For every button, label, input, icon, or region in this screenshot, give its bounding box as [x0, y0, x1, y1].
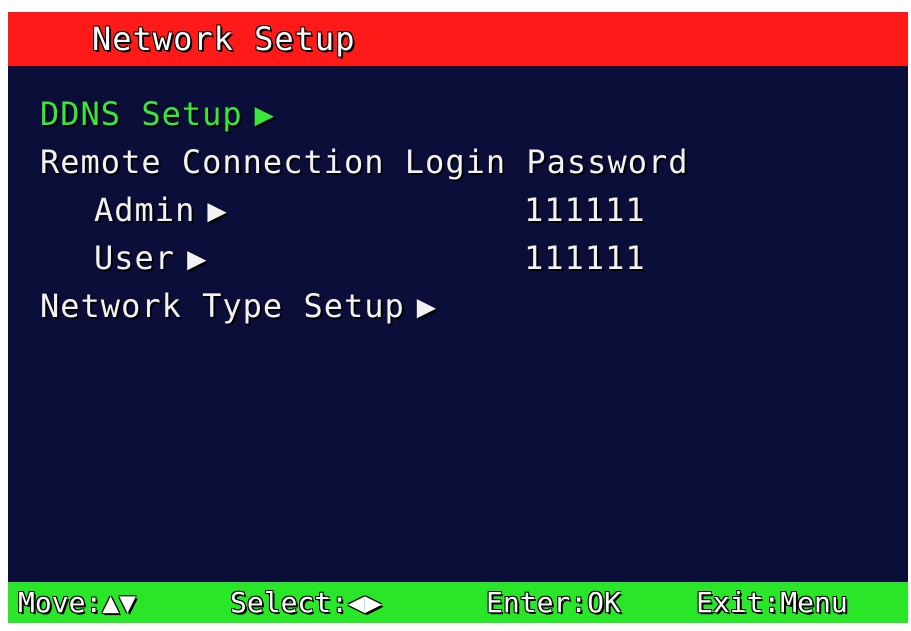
menu-item-admin[interactable]: Admin ▶ 111111	[94, 188, 794, 232]
title-bar: Network Setup	[8, 12, 908, 66]
section-heading: Remote Connection Login Password	[40, 143, 689, 181]
osd-screen: Network Setup DDNS Setup ▶ Remote Connect…	[8, 12, 908, 623]
left-right-arrows-icon: ◀▶	[348, 586, 382, 619]
menu-item-label: User	[94, 239, 176, 277]
user-password-value[interactable]: 111111	[524, 236, 646, 280]
menu-item-label: DDNS Setup	[40, 95, 243, 133]
admin-password-value[interactable]: 111111	[524, 188, 646, 232]
hint-select-label: Select:	[230, 586, 349, 619]
menu-item-ddns-setup[interactable]: DDNS Setup ▶	[40, 92, 275, 136]
menu-item-network-type-setup[interactable]: Network Type Setup ▶	[40, 284, 437, 328]
menu-item-user[interactable]: User ▶ 111111	[94, 236, 794, 280]
hint-exit: Exit:Menu	[696, 586, 848, 619]
up-down-arrows-icon: ▲▼	[102, 586, 137, 619]
right-arrow-icon: ▶	[254, 95, 275, 133]
hint-move-label: Move:	[18, 586, 103, 619]
menu-item-label: Admin	[94, 191, 196, 229]
right-arrow-icon: ▶	[207, 191, 228, 229]
page-title: Network Setup	[92, 20, 356, 58]
remote-login-password-heading: Remote Connection Login Password	[40, 140, 689, 184]
right-arrow-icon: ▶	[416, 287, 438, 325]
hint-select: Select:◀▶	[230, 582, 382, 623]
right-arrow-icon: ▶	[187, 239, 208, 277]
hint-enter: Enter:OK	[486, 586, 621, 619]
help-bar: Move:▲▼ Select:◀▶ Enter:OK Exit:Menu	[8, 582, 908, 623]
hint-move: Move:▲▼	[18, 582, 136, 623]
menu-item-label: Network Type Setup	[40, 287, 405, 325]
